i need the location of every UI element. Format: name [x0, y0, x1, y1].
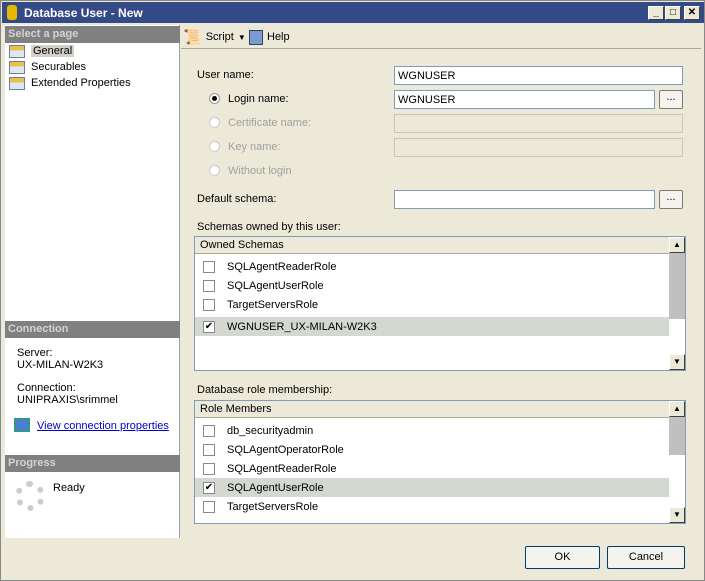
owned-schemas-column-header[interactable]: Owned Schemas — [195, 237, 669, 254]
page-label: General — [31, 45, 75, 57]
page-extended-properties[interactable]: Extended Properties — [9, 76, 131, 90]
owned-schemas-grid: Owned Schemas SQLAgentReaderRole SQLAgent… — [194, 236, 686, 371]
page-general[interactable]: General — [9, 44, 75, 58]
scroll-down-button[interactable]: ▼ — [669, 354, 685, 370]
row-label: SQLAgentReaderRole — [227, 462, 337, 475]
close-button[interactable]: ✕ — [684, 6, 700, 20]
grid-row[interactable]: SQLAgentReaderRole — [195, 257, 669, 276]
row-label: WGNUSER_UX-MILAN-W2K3 — [227, 320, 377, 333]
ok-button[interactable]: OK — [525, 546, 600, 569]
connection-value: UNIPRAXIS\srimmel — [17, 394, 118, 406]
page-securables[interactable]: Securables — [9, 60, 86, 74]
certificate-name-label: Certificate name: — [228, 117, 312, 129]
row-checkbox[interactable] — [203, 443, 215, 456]
server-label: Server: — [17, 347, 53, 359]
login-name-radio[interactable] — [209, 93, 220, 104]
role-members-grid: Role Members db_securityadmin SQLAgentOpe… — [194, 400, 686, 524]
grid-row[interactable]: SQLAgentReaderRole — [195, 459, 669, 478]
certificate-radio[interactable] — [209, 117, 220, 128]
certificate-name-input[interactable] — [394, 114, 683, 133]
connection-properties-icon — [14, 418, 30, 432]
default-schema-input[interactable] — [394, 190, 655, 209]
user-name-input[interactable] — [394, 66, 683, 85]
row-label: TargetServersRole — [227, 298, 319, 311]
without-login-radio[interactable] — [209, 165, 220, 176]
login-name-input[interactable] — [394, 90, 655, 109]
row-checkbox[interactable]: ✔ — [203, 320, 215, 333]
row-checkbox[interactable] — [203, 279, 215, 292]
progress-spinner-icon — [15, 481, 45, 511]
key-name-label: Key name: — [228, 141, 281, 153]
database-icon — [7, 5, 17, 20]
grid-row[interactable]: SQLAgentOperatorRole — [195, 440, 669, 459]
grid-row[interactable]: ✔ WGNUSER_UX-MILAN-W2K3 — [195, 317, 669, 336]
scrollbar[interactable]: ▲ ▼ — [669, 237, 685, 370]
progress-status: Ready — [53, 482, 85, 494]
row-label: SQLAgentReaderRole — [227, 260, 337, 273]
page-icon — [9, 60, 25, 74]
main-pane: 📜Script▼ Help User name: Login name: ...… — [181, 25, 701, 538]
grid-row[interactable]: ✔ SQLAgentUserRole — [195, 478, 669, 497]
role-membership-label: Database role membership: — [197, 384, 333, 396]
row-checkbox[interactable] — [203, 260, 215, 273]
window-title: Database User - New — [24, 6, 143, 20]
page-label: Securables — [31, 61, 87, 73]
row-label: TargetServersRole — [227, 500, 319, 513]
help-icon — [249, 29, 263, 45]
maximize-button[interactable]: □ — [665, 6, 681, 20]
row-label: SQLAgentOperatorRole — [227, 443, 344, 456]
default-schema-browse-button[interactable]: ... — [659, 190, 683, 209]
cancel-button[interactable]: Cancel — [607, 546, 685, 569]
scrollbar[interactable]: ▲ ▼ — [669, 401, 685, 523]
grid-row[interactable]: SQLAgentUserRole — [195, 276, 669, 295]
key-radio[interactable] — [209, 141, 220, 152]
help-button[interactable]: Help — [249, 27, 290, 47]
help-label: Help — [267, 31, 290, 43]
scroll-up-button[interactable]: ▲ — [669, 401, 685, 417]
connection-label: Connection: — [17, 382, 76, 394]
scroll-track[interactable] — [669, 417, 685, 455]
script-icon: 📜 — [183, 29, 202, 46]
row-label: SQLAgentUserRole — [227, 481, 324, 494]
scroll-track[interactable] — [669, 253, 685, 319]
row-checkbox[interactable] — [203, 500, 215, 513]
chevron-down-icon: ▼ — [237, 32, 246, 42]
scroll-up-button[interactable]: ▲ — [669, 237, 685, 253]
progress-header: Progress — [5, 455, 180, 472]
row-checkbox[interactable] — [203, 462, 215, 475]
row-checkbox[interactable]: ✔ — [203, 481, 215, 494]
title-bar: Database User - New _ □ ✕ — [2, 2, 704, 23]
script-label: Script — [205, 31, 234, 43]
grid-row[interactable]: TargetServersRole — [195, 497, 669, 516]
select-page-header: Select a page — [5, 26, 180, 43]
login-name-label: Login name: — [228, 93, 289, 105]
row-checkbox[interactable] — [203, 424, 215, 437]
without-login-label: Without login — [228, 165, 292, 177]
default-schema-label: Default schema: — [197, 193, 277, 205]
grid-row[interactable]: TargetServersRole — [195, 295, 669, 314]
server-value: UX-MILAN-W2K3 — [17, 359, 104, 371]
page-label: Extended Properties — [31, 77, 131, 89]
role-members-column-header[interactable]: Role Members — [195, 401, 669, 418]
schemas-owned-label: Schemas owned by this user: — [197, 221, 341, 233]
left-pane: Select a page General Securables Extende… — [5, 25, 180, 538]
connection-header: Connection — [5, 321, 180, 338]
row-label: SQLAgentUserRole — [227, 279, 324, 292]
toolbar-divider — [181, 48, 701, 49]
minimize-button[interactable]: _ — [648, 6, 664, 20]
key-name-input[interactable] — [394, 138, 683, 157]
page-icon — [9, 76, 25, 90]
dialog-window: Database User - New _ □ ✕ Select a page … — [0, 0, 705, 581]
row-checkbox[interactable] — [203, 298, 215, 311]
user-name-label: User name: — [197, 69, 254, 81]
page-icon — [9, 44, 25, 58]
scroll-down-button[interactable]: ▼ — [669, 507, 685, 523]
row-label: db_securityadmin — [227, 424, 314, 437]
login-browse-button[interactable]: ... — [659, 90, 683, 109]
grid-row[interactable]: db_securityadmin — [195, 421, 669, 440]
script-button[interactable]: 📜 Script ▼ — [183, 27, 246, 47]
view-connection-properties-link[interactable]: View connection properties — [37, 420, 169, 432]
